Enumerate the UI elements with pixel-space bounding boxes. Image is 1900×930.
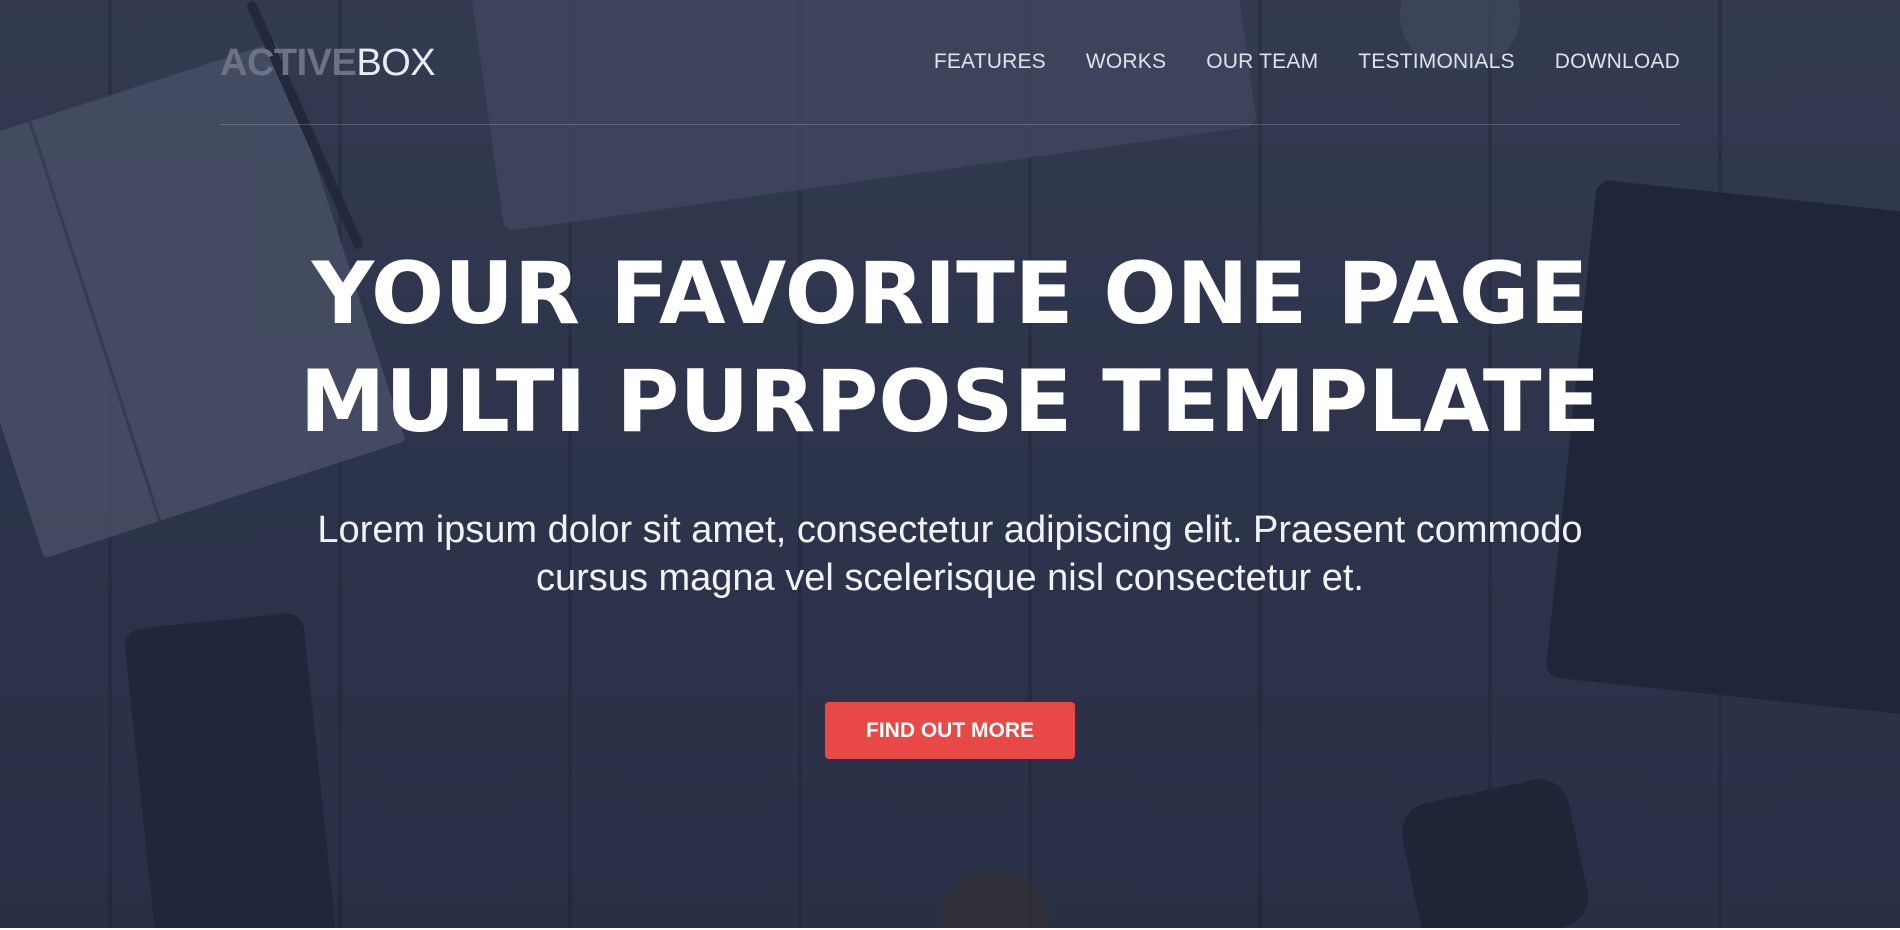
hero-headline-line-2: MULTI PURPOSE TEMPLATE	[299, 352, 1601, 452]
nav-link-download[interactable]: DOWNLOAD	[1555, 48, 1680, 76]
site-logo[interactable]: ACTIVEBOX	[220, 40, 436, 86]
hero-headline: YOUR FAVORITE ONE PAGE MULTI PURPOSE TEM…	[0, 240, 1900, 456]
hero-headline-line-1: YOUR FAVORITE ONE PAGE	[311, 244, 1589, 344]
find-out-more-button[interactable]: FIND OUT MORE	[825, 702, 1075, 759]
header-divider	[220, 124, 1680, 125]
hero-subtext: Lorem ipsum dolor sit amet, consectetur …	[0, 506, 1900, 602]
hero-subtext-line-2: cursus magna vel scelerisque nisl consec…	[536, 557, 1364, 599]
logo-text-strong: ACTIVE	[220, 42, 357, 84]
nav-link-features[interactable]: FEATURES	[934, 48, 1046, 76]
hero-overlay	[0, 0, 1900, 928]
logo-text-light: BOX	[356, 42, 436, 84]
main-nav: FEATURES WORKS OUR TEAM TESTIMONIALS DOW…	[934, 48, 1680, 76]
hero-section: ACTIVEBOX FEATURES WORKS OUR TEAM TESTIM…	[0, 0, 1900, 928]
hero-subtext-line-1: Lorem ipsum dolor sit amet, consectetur …	[317, 509, 1583, 551]
nav-link-works[interactable]: WORKS	[1086, 48, 1166, 76]
nav-link-testimonials[interactable]: TESTIMONIALS	[1358, 48, 1514, 76]
nav-link-our-team[interactable]: OUR TEAM	[1206, 48, 1318, 76]
